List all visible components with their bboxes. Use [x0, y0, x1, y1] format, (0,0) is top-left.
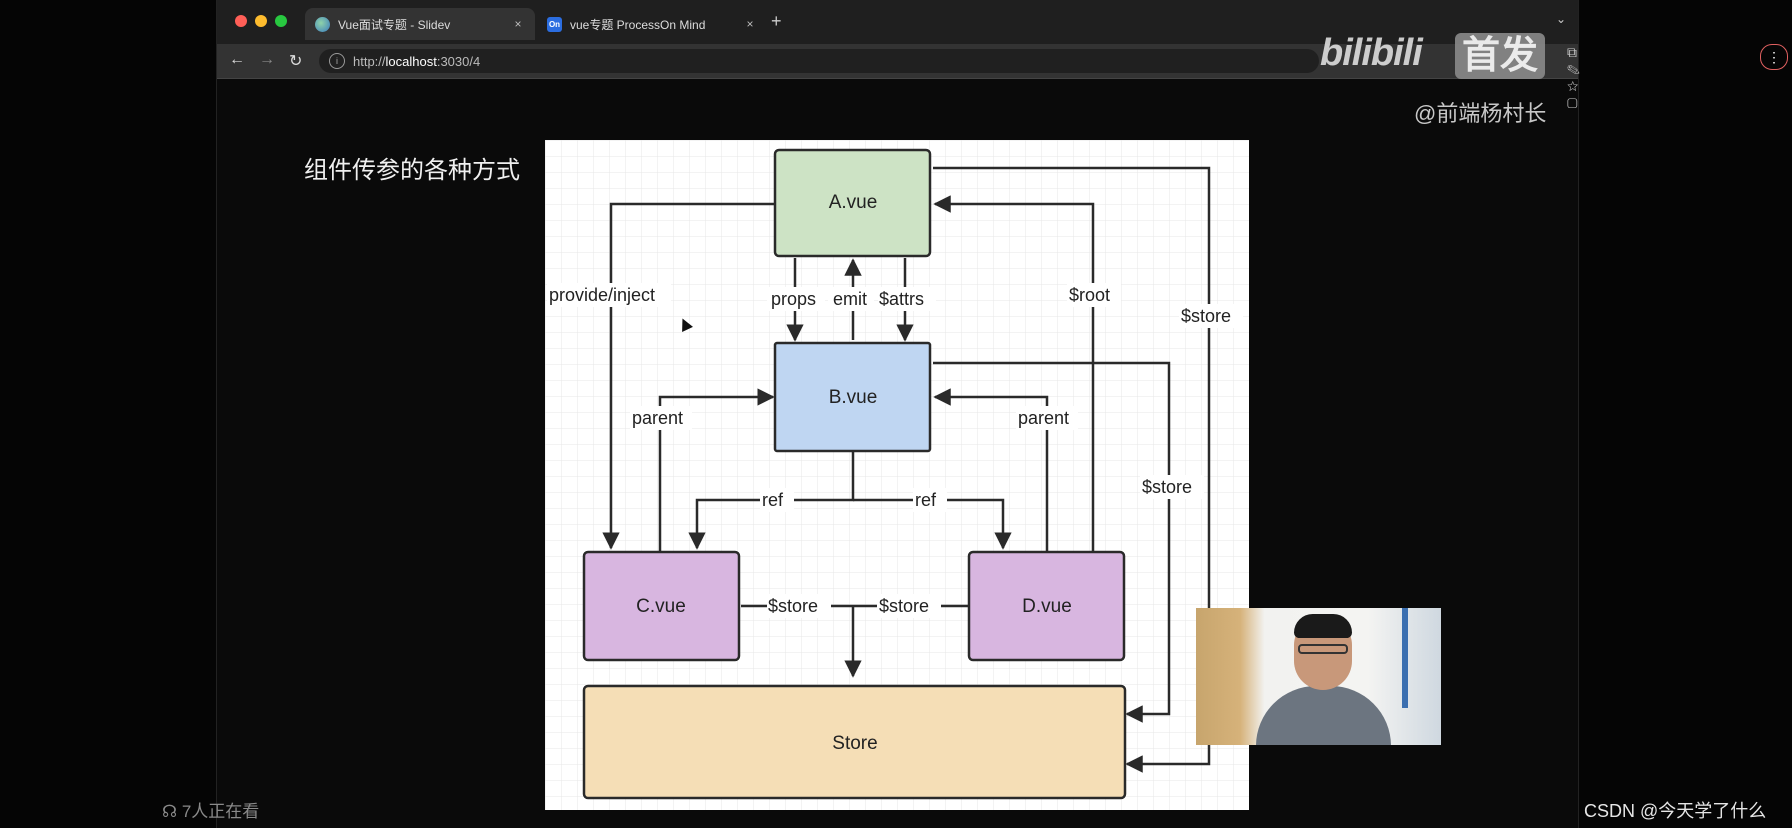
- node-c: C.vue: [582, 550, 741, 662]
- label-store-b: $store: [1142, 477, 1192, 497]
- bilibili-logo: bilibili: [1320, 32, 1423, 74]
- tab-close-icon[interactable]: ×: [743, 17, 757, 31]
- label-store-d: $store: [879, 596, 929, 616]
- viewers-icon: ☊: [162, 802, 178, 821]
- tab-label: vue专题 ProcessOn Mind: [570, 17, 706, 32]
- component-diagram: A.vue B.vue C.vue D.vue Store provide/in…: [545, 140, 1249, 810]
- label-attrs: $attrs: [879, 289, 924, 309]
- url-field[interactable]: i http://localhost:3030/4: [319, 49, 1319, 73]
- node-b: B.vue: [773, 341, 932, 453]
- label-emit: emit: [833, 289, 867, 309]
- forward-arrow-icon[interactable]: →: [259, 51, 275, 69]
- viewer-count: ☊ 7人正在看: [162, 797, 259, 822]
- url-path: :3030/4: [436, 53, 481, 69]
- minimize-window-button[interactable]: [255, 15, 267, 27]
- presenter-body: [1256, 686, 1391, 745]
- label-ref-right: ref: [915, 490, 937, 510]
- tab-slidev[interactable]: Vue面试专题 - Slidev ×: [305, 8, 535, 40]
- svg-text:A.vue: A.vue: [829, 192, 878, 213]
- csdn-credit: CSDN @今天学了什么: [1584, 801, 1767, 821]
- label-parent-right: parent: [1018, 408, 1069, 428]
- tab-close-icon[interactable]: ×: [511, 17, 525, 31]
- svg-text:D.vue: D.vue: [1022, 596, 1072, 617]
- label-props: props: [771, 289, 816, 309]
- url-scheme: http://: [353, 53, 386, 69]
- tab-processon[interactable]: On vue专题 ProcessOn Mind ×: [537, 8, 767, 40]
- presenter-hair: [1294, 614, 1352, 638]
- uploader-watermark: @前端杨村长: [1414, 101, 1547, 126]
- viewer-count-text: 7人正在看: [181, 802, 260, 821]
- node-store: Store: [582, 684, 1127, 800]
- svg-text:Store: Store: [832, 733, 877, 754]
- node-a: A.vue: [773, 148, 932, 258]
- close-window-button[interactable]: [235, 15, 247, 27]
- extension-icons[interactable]: ⧉ ✎ ☆ ▢: [1567, 44, 1580, 112]
- back-arrow-icon[interactable]: ←: [229, 51, 245, 69]
- url-host: localhost: [385, 53, 437, 69]
- label-parent-left: parent: [632, 408, 683, 428]
- node-d: D.vue: [967, 550, 1126, 662]
- browser-menu-icon[interactable]: ⋮: [1760, 44, 1788, 70]
- site-info-icon[interactable]: i: [329, 53, 345, 69]
- tab-label: Vue面试专题 - Slidev: [338, 17, 451, 32]
- svg-text:B.vue: B.vue: [829, 387, 878, 408]
- presenter-glasses: [1298, 644, 1348, 654]
- processon-icon: On: [547, 16, 562, 32]
- tab-search-icon[interactable]: ⌄: [1556, 12, 1566, 26]
- label-root: $root: [1069, 285, 1110, 305]
- maximize-window-button[interactable]: [275, 15, 287, 27]
- label-store-outer: $store: [1181, 306, 1231, 326]
- webcam-overlay: [1196, 608, 1441, 745]
- premiere-badge: 首发: [1455, 33, 1545, 79]
- label-store-c: $store: [768, 596, 818, 616]
- slide-title: 组件传参的各种方式: [304, 157, 520, 184]
- reload-icon[interactable]: ↻: [289, 51, 302, 71]
- label-provide-inject: provide/inject: [549, 285, 655, 305]
- new-tab-button[interactable]: +: [771, 11, 782, 32]
- webcam-background-pole: [1402, 608, 1408, 708]
- svg-text:C.vue: C.vue: [636, 596, 686, 617]
- label-ref-left: ref: [762, 490, 784, 510]
- globe-icon: [315, 16, 330, 32]
